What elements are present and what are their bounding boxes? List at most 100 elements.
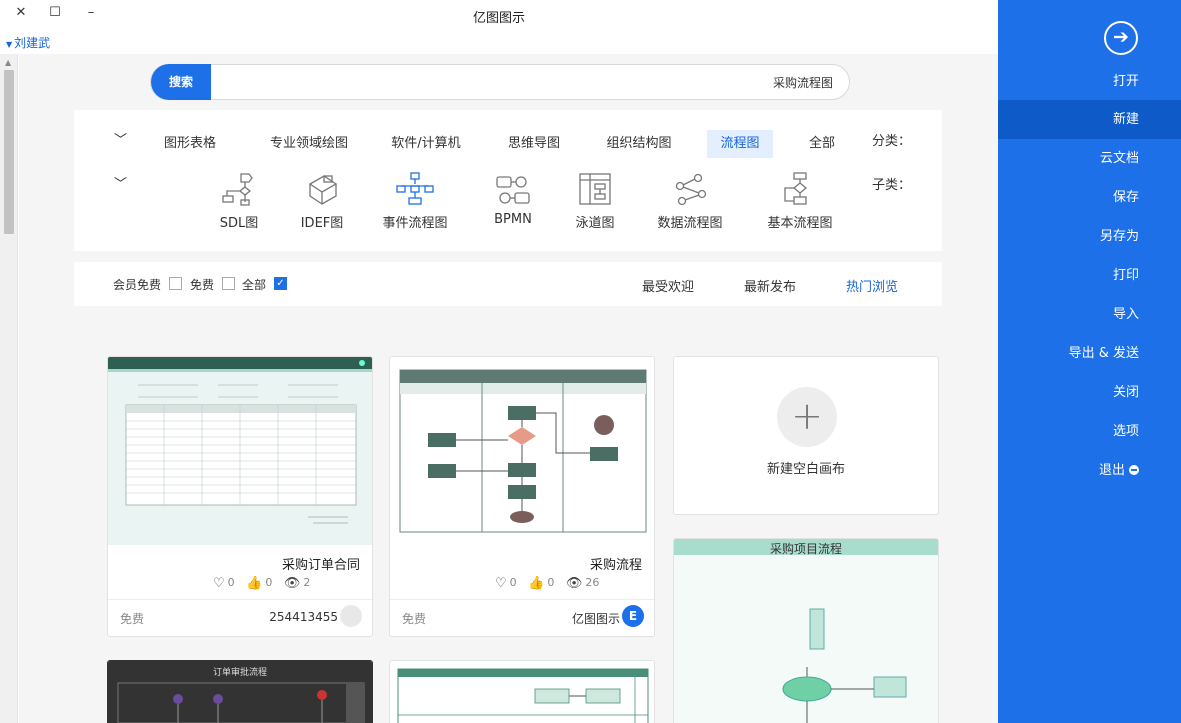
- author-avatar: [340, 605, 362, 627]
- category-flowchart[interactable]: 流程图: [707, 130, 773, 158]
- template-card[interactable]: 采购订单合同 ♡ 0 👍 0 👁 2 254413455 免费: [107, 356, 373, 637]
- vertical-scrollbar[interactable]: ▲: [0, 54, 18, 723]
- heart-icon: ♡: [495, 576, 507, 591]
- sidebar-item-label: 退出: [1098, 463, 1125, 478]
- template-thumbnail: [390, 661, 654, 723]
- template-thumbnail: [674, 539, 938, 723]
- sort-popular[interactable]: 最受欢迎: [642, 276, 694, 295]
- sidebar-item-cloud[interactable]: 云文档: [998, 139, 1181, 178]
- filter-member-checkbox[interactable]: [169, 277, 182, 290]
- subcategory-event-flowchart[interactable]: 事件流程图: [370, 172, 460, 231]
- template-stats: ♡ 0 👍 0 👁 2: [205, 576, 310, 591]
- sidebar-item-open[interactable]: 打开: [998, 62, 1181, 101]
- template-name: 采购流程: [589, 558, 642, 573]
- sidebar-item-new[interactable]: 新建: [998, 100, 1181, 139]
- chevron-down-icon[interactable]: ﹀: [114, 129, 127, 148]
- sidebar-item-exit[interactable]: 退出: [998, 451, 1181, 490]
- heart-icon: ♡: [213, 576, 225, 591]
- file-menu-sidebar: ➔ 打开 新建 云文档 保存 另存为 打印 导入 导出 & 发送 关闭 选项 退…: [998, 0, 1181, 723]
- subcategory-label-text: 数据流程图: [657, 216, 723, 231]
- category-panel: ﹀ 分类： 全部 流程图 组织结构图 思维导图 软件/计算机 专业领域绘图 图形…: [74, 110, 942, 251]
- sidebar-item-import[interactable]: 导入: [998, 295, 1181, 334]
- price-badge: 免费: [120, 612, 145, 626]
- favorite-stat[interactable]: ♡ 0: [213, 576, 235, 591]
- sdl-icon: [222, 173, 253, 206]
- template-stats: ♡ 0 👍 0 👁 26: [487, 576, 599, 591]
- data-flowchart-icon: [675, 173, 707, 206]
- sidebar-item-save-as[interactable]: 另存为: [998, 217, 1181, 256]
- template-thumbnail: [108, 357, 372, 545]
- new-blank-canvas-label: 新建空白画布: [766, 462, 845, 477]
- template-card[interactable]: 订单审批流程: [107, 660, 373, 723]
- event-flowchart-icon: [396, 172, 434, 205]
- sidebar-item-options[interactable]: 选项: [998, 412, 1181, 451]
- filter-all-label: 全部: [242, 278, 267, 292]
- card-divider: [390, 599, 654, 600]
- subcategory-label-text: BPMN: [494, 212, 532, 227]
- eye-icon: 👁: [283, 576, 301, 591]
- thumbs-up-icon: 👍: [528, 576, 545, 591]
- scroll-up-arrow-icon[interactable]: ▲: [5, 58, 11, 67]
- subcategory-bpmn[interactable]: BPMN: [468, 172, 558, 227]
- search-input[interactable]: 采购流程图: [773, 74, 833, 91]
- eye-icon: 👁: [565, 576, 583, 591]
- category-professional[interactable]: 专业领域绘图: [254, 130, 364, 158]
- subcategory-label-text: 泳道图: [575, 216, 615, 231]
- subcategory-label-text: SDL图: [219, 216, 259, 231]
- subcategory-label: 子类：: [872, 178, 912, 193]
- author-name[interactable]: 亿图图示: [572, 610, 620, 627]
- back-arrow-icon[interactable]: ➔: [1104, 21, 1138, 55]
- scrollbar-thumb[interactable]: [4, 70, 14, 234]
- user-name: 刘建武: [14, 36, 51, 50]
- subcategory-basic-flowchart[interactable]: 基本流程图: [755, 172, 845, 231]
- thumbs-up-icon: 👍: [246, 576, 263, 591]
- main-content: 搜索 采购流程图 ﹀ 分类： 全部 流程图 组织结构图 思维导图 软件/计算机 …: [19, 54, 998, 723]
- card-divider: [108, 599, 372, 600]
- window-title: 亿图图示: [472, 11, 525, 26]
- category-software[interactable]: 软件/计算机: [380, 130, 472, 158]
- category-label: 分类：: [872, 134, 912, 149]
- template-name: 采购订单合同: [281, 558, 360, 573]
- filter-free-checkbox[interactable]: [222, 277, 235, 290]
- chevron-down-icon[interactable]: ﹀: [114, 173, 127, 192]
- search-button[interactable]: 搜索: [151, 64, 211, 100]
- category-graphic-table[interactable]: 图形表格: [154, 130, 226, 158]
- new-blank-canvas-card[interactable]: + 新建空白画布: [673, 356, 939, 515]
- template-card[interactable]: 采购项目流程: [673, 538, 939, 723]
- favorite-stat[interactable]: ♡ 0: [495, 576, 517, 591]
- subcategory-sdl[interactable]: SDL图: [194, 172, 284, 231]
- subcategory-label-text: 事件流程图: [382, 216, 448, 231]
- author-avatar: E: [622, 605, 644, 627]
- template-card[interactable]: [389, 660, 655, 723]
- filter-member-label: 会员免费: [113, 278, 162, 292]
- subcategory-swimlane[interactable]: 泳道图: [550, 172, 640, 231]
- chevron-down-icon: ▼: [6, 40, 13, 49]
- sidebar-item-export[interactable]: 导出 & 发送: [998, 334, 1181, 373]
- basic-flowchart-icon: [784, 172, 808, 205]
- filter-all-checkbox[interactable]: ✓: [274, 277, 287, 290]
- sidebar-item-print[interactable]: 打印: [998, 256, 1181, 295]
- sort-hot[interactable]: 热门浏览: [846, 276, 898, 295]
- swimlane-icon: [579, 173, 611, 205]
- user-menu[interactable]: ▼ 刘建武: [6, 34, 50, 51]
- like-stat[interactable]: 👍 0: [528, 576, 554, 591]
- subcategory-label-text: 基本流程图: [767, 216, 833, 231]
- view-stat: 👁 26: [565, 576, 600, 591]
- template-thumbnail: [390, 357, 654, 545]
- subcategory-label-text: IDEF图: [300, 216, 344, 231]
- category-all[interactable]: 全部: [802, 130, 842, 158]
- sidebar-item-close[interactable]: 关闭: [998, 373, 1181, 412]
- template-name: 订单审批流程: [212, 668, 267, 678]
- filter-free-label: 免费: [190, 278, 215, 292]
- subcategory-data-flowchart[interactable]: 数据流程图: [645, 172, 735, 231]
- category-org-chart[interactable]: 组织结构图: [599, 130, 679, 158]
- bpmn-icon: [496, 176, 530, 204]
- category-mind-map[interactable]: 思维导图: [499, 130, 569, 158]
- template-card[interactable]: 采购流程 ♡ 0 👍 0 👁 26 E 亿图图示 免费: [389, 356, 655, 637]
- sort-newest[interactable]: 最新发布: [744, 276, 796, 295]
- idef-icon: [308, 175, 338, 205]
- author-name[interactable]: 254413455: [269, 610, 338, 624]
- like-stat[interactable]: 👍 0: [246, 576, 272, 591]
- sidebar-item-save[interactable]: 保存: [998, 178, 1181, 217]
- subcategory-idef[interactable]: IDEF图: [277, 172, 367, 231]
